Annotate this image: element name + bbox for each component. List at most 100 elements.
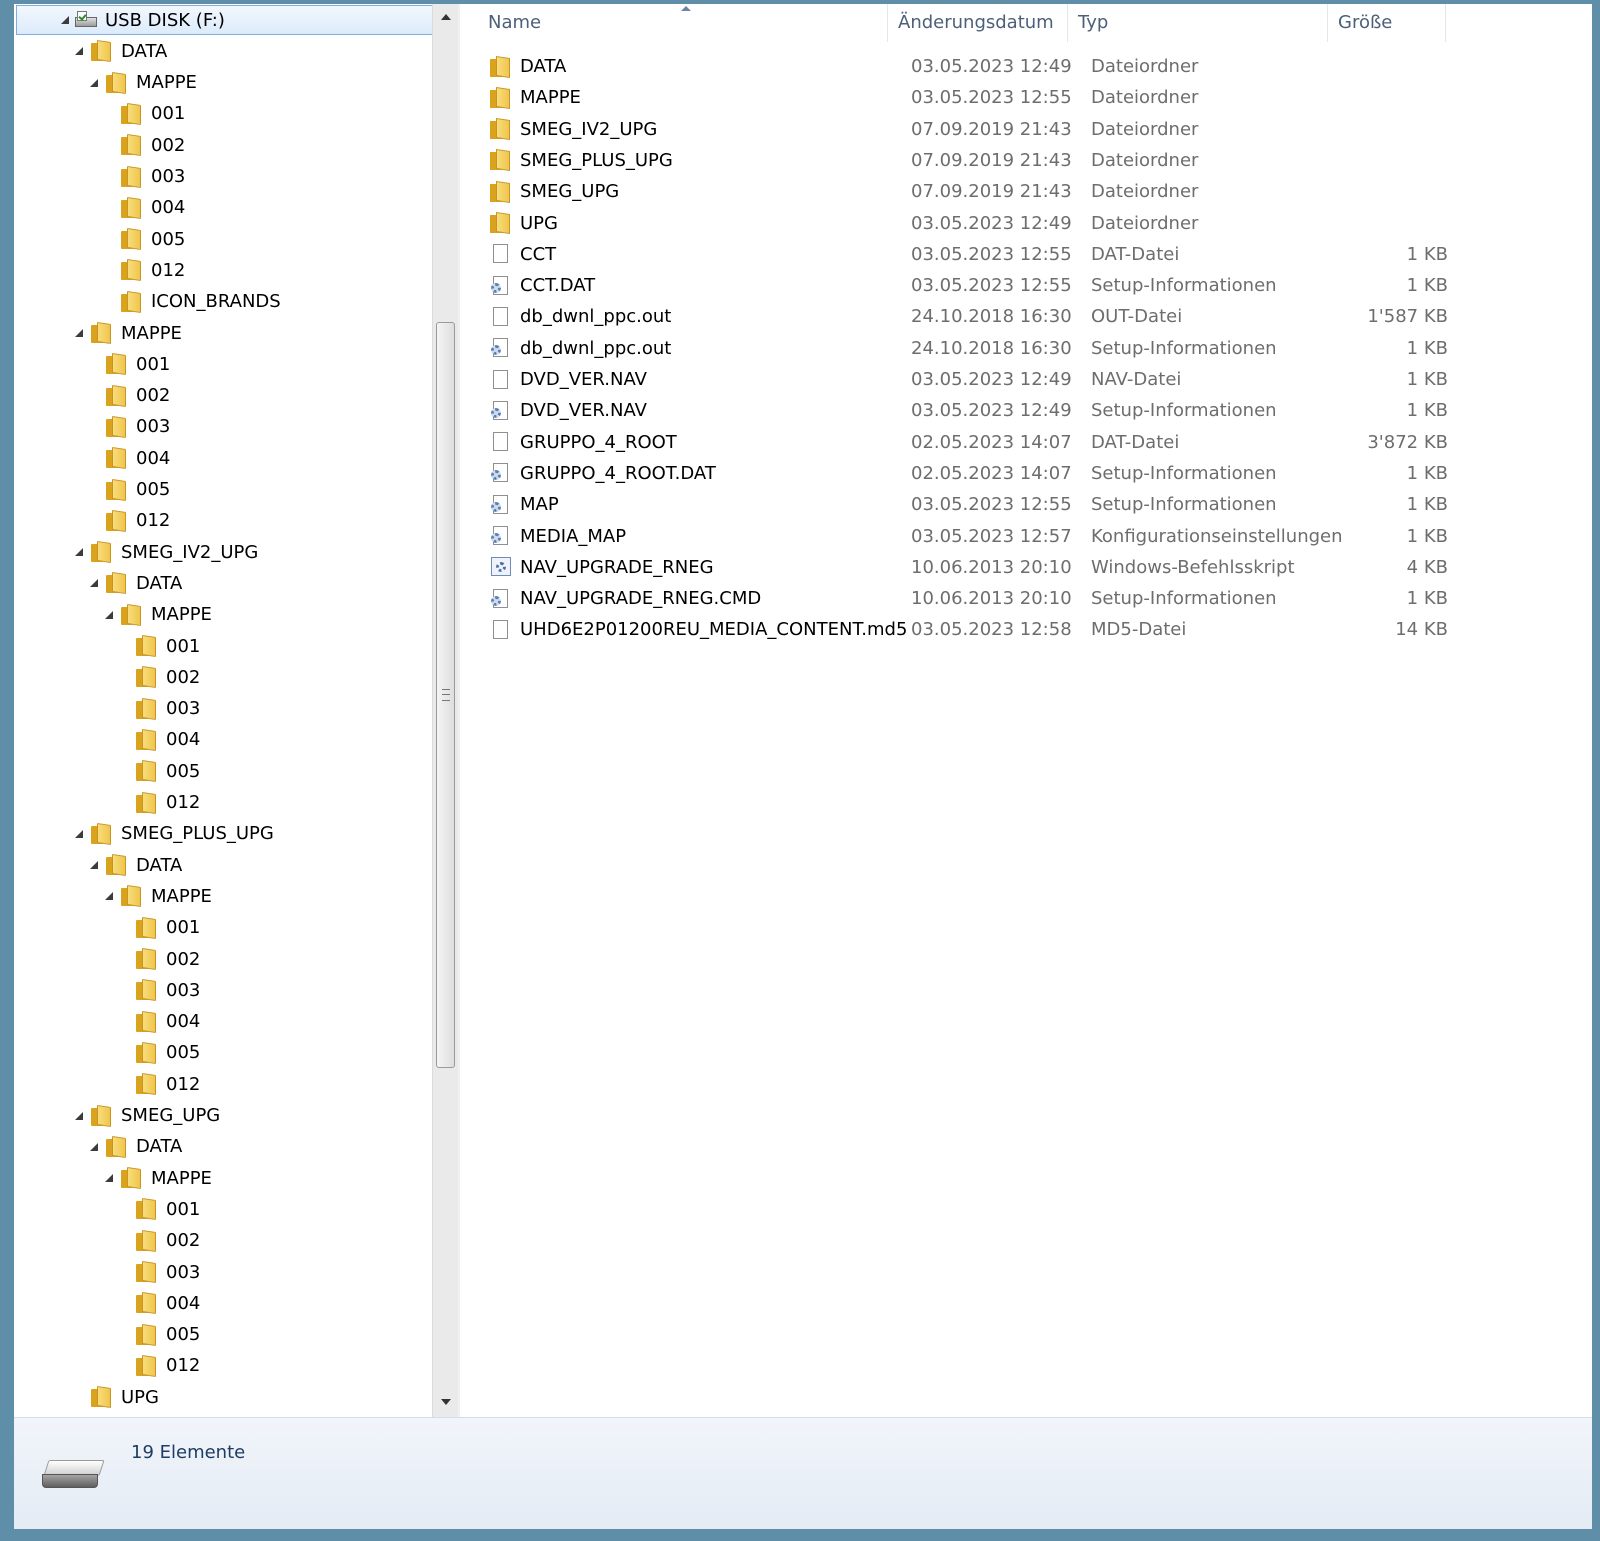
expand-arrow-icon[interactable] [86,75,102,91]
column-header-type[interactable]: Typ [1068,4,1328,42]
file-name-cell: GRUPPO_4_ROOT [490,427,677,458]
file-row[interactable]: NAV_UPGRADE_RNEG.CMD 10.06.2013 20:10 Setu… [460,583,1460,614]
file-row[interactable]: MAPPE 03.05.2023 12:55 Dateiordner [460,82,1460,113]
tree-item[interactable]: 012 [14,506,442,536]
tree-item[interactable]: 003 [14,694,442,724]
tree-item[interactable]: DATA [14,36,442,66]
expand-arrow-icon[interactable] [71,325,87,341]
expand-arrow-icon[interactable] [86,857,102,873]
file-name: db_dwnl_ppc.out [520,306,672,328]
expand-arrow-icon[interactable] [101,607,117,623]
tree-item[interactable]: USB DISK (F:) [16,5,436,35]
tree-item[interactable]: 004 [14,725,442,755]
tree-item[interactable]: MAPPE [14,1163,442,1193]
scroll-down-arrow-icon[interactable] [433,1389,459,1417]
tree-item[interactable]: 004 [14,443,442,473]
file-date: 03.05.2023 12:49 [911,212,1072,234]
tree-item[interactable]: SMEG_PLUS_UPG [14,819,442,849]
tree-item[interactable]: 001 [14,1194,442,1224]
tree-item[interactable]: 002 [14,1226,442,1256]
expand-arrow-icon[interactable] [86,575,102,591]
tree-item[interactable]: MAPPE [14,68,442,98]
file-row[interactable]: db_dwnl_ppc.out 24.10.2018 16:30 OUT-Datei… [460,301,1460,332]
column-header-size[interactable]: Größe [1328,4,1446,42]
tree-item[interactable]: 002 [14,944,442,974]
expand-arrow-icon[interactable] [71,43,87,59]
file-size: 1 KB [1406,243,1448,265]
tree-item[interactable]: 012 [14,1069,442,1099]
tree-item[interactable]: MAPPE [14,318,442,348]
tree-item[interactable]: SMEG_UPG [14,1101,442,1131]
tree-item[interactable]: 001 [14,913,442,943]
tree-item-label: MAPPE [121,322,182,344]
tree-item[interactable]: 001 [14,349,442,379]
tree-item[interactable]: 004 [14,1007,442,1037]
file-date: 24.10.2018 16:30 [911,306,1072,328]
folder-icon [121,228,143,251]
file-row[interactable]: CCT 03.05.2023 12:55 DAT-Datei 1 KB [460,239,1460,270]
tree-item[interactable]: MAPPE [14,600,442,630]
tree-item[interactable]: 002 [14,381,442,411]
tree-item[interactable]: 005 [14,1038,442,1068]
file-row[interactable]: UHD6E2P01200REU_MEDIA_CONTENT.md5 03.05.2… [460,614,1460,645]
tree-scrollbar[interactable] [432,4,459,1417]
expand-arrow-icon[interactable] [71,1108,87,1124]
tree-item[interactable]: 005 [14,475,442,505]
tree-item[interactable]: 003 [14,162,442,192]
file-list[interactable]: Name Änderungsdatum Typ Größe DATA 03.05.… [460,4,1592,1417]
tree-item[interactable]: 005 [14,756,442,786]
tree-item[interactable]: 005 [14,224,442,254]
tree-item[interactable]: ICON_BRANDS [14,287,442,317]
tree-item[interactable]: DATA [14,1132,442,1162]
tree-item[interactable]: 005 [14,1320,442,1350]
file-row[interactable]: SMEG_PLUS_UPG 07.09.2019 21:43 Dateiordner [460,145,1460,176]
tree-item[interactable]: UPG [14,1382,442,1412]
expand-arrow-icon[interactable] [101,1170,117,1186]
tree-item[interactable]: DATA [14,850,442,880]
file-row[interactable]: GRUPPO_4_ROOT 02.05.2023 14:07 DAT-Datei 3'… [460,427,1460,458]
file-row[interactable]: MEDIA_MAP 03.05.2023 12:57 Konfigurationse… [460,521,1460,552]
tree-item[interactable]: 012 [14,255,442,285]
tree-item-label: 005 [166,1324,201,1346]
tree-item[interactable]: MAPPE [14,881,442,911]
scrollbar-thumb[interactable] [436,322,455,1068]
expand-arrow-icon[interactable] [86,1139,102,1155]
tree-item[interactable]: 003 [14,975,442,1005]
tree-item[interactable]: DATA [14,568,442,598]
tree-item[interactable]: 001 [14,631,442,661]
column-header-date[interactable]: Änderungsdatum [888,4,1068,42]
file-row[interactable]: UPG 03.05.2023 12:49 Dateiordner [460,208,1460,239]
tree-item[interactable]: 012 [14,788,442,818]
tree-item[interactable]: 012 [14,1351,442,1381]
expand-arrow-icon[interactable] [57,12,73,28]
expand-arrow-icon[interactable] [101,888,117,904]
file-name-cell: NAV_UPGRADE_RNEG [490,552,714,583]
file-row[interactable]: SMEG_UPG 07.09.2019 21:43 Dateiordner [460,176,1460,207]
tree-item[interactable]: 003 [14,412,442,442]
file-row[interactable]: DVD_VER.NAV 03.05.2023 12:49 Setup-Informa… [460,395,1460,426]
file-row[interactable]: DVD_VER.NAV 03.05.2023 12:49 NAV-Datei 1 KB [460,364,1460,395]
navigation-tree[interactable]: USB DISK (F:) DATA MAPPE 001 002 003 004 005 012… [14,4,442,1447]
tree-item[interactable]: SMEG_IV2_UPG [14,537,442,567]
file-row[interactable]: CCT.DAT 03.05.2023 12:55 Setup-Information… [460,270,1460,301]
file-row[interactable]: DATA 03.05.2023 12:49 Dateiordner [460,51,1460,82]
tree-item[interactable]: 004 [14,193,442,223]
expand-arrow-icon[interactable] [71,544,87,560]
file-row[interactable]: NAV_UPGRADE_RNEG 10.06.2013 20:10 Windows-… [460,552,1460,583]
column-header-name[interactable]: Name [460,4,888,42]
file-row[interactable]: MAP 03.05.2023 12:55 Setup-Informationen 1 … [460,489,1460,520]
file-row[interactable]: db_dwnl_ppc.out 24.10.2018 16:30 Setup-Inf… [460,333,1460,364]
tree-item[interactable]: 002 [14,662,442,692]
file-type: Dateiordner [1091,212,1199,234]
expand-arrow-icon[interactable] [71,826,87,842]
scroll-up-arrow-icon[interactable] [433,4,459,32]
tree-item[interactable]: 003 [14,1257,442,1287]
file-row[interactable]: GRUPPO_4_ROOT.DAT 02.05.2023 14:07 Setup-I… [460,458,1460,489]
tree-item[interactable]: 002 [14,130,442,160]
tree-item[interactable]: 001 [14,99,442,129]
tree-item[interactable]: 004 [14,1288,442,1318]
tree-item-label: MAPPE [151,885,212,907]
file-row[interactable]: SMEG_IV2_UPG 07.09.2019 21:43 Dateiordner [460,114,1460,145]
tree-item-label: 012 [166,1073,201,1095]
